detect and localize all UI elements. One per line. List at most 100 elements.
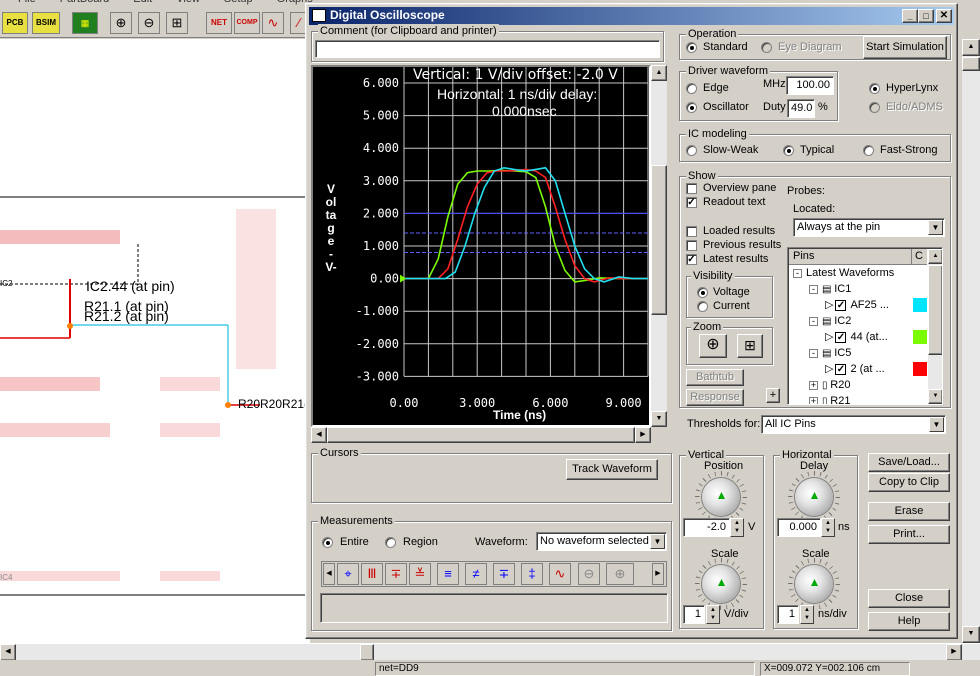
vscroll-thumb[interactable] (962, 57, 980, 71)
pin-tree-row[interactable]: ▷ ✓ 44 (at... (825, 330, 888, 344)
bsim-button[interactable]: BSIM (32, 12, 60, 34)
comp-button[interactable]: COMP (234, 12, 260, 34)
main-vscrollbar[interactable]: ▲ ▼ (962, 39, 980, 643)
collapse-icon[interactable]: - (809, 348, 818, 358)
maximize-button[interactable]: □ (918, 9, 934, 23)
pcb-button[interactable]: PCB (2, 12, 28, 34)
waveform-select[interactable]: No waveform selected ▼ (536, 532, 667, 551)
collapse-icon[interactable]: - (793, 268, 802, 278)
latest-results-checkbox[interactable]: ✓ (686, 254, 697, 265)
vertical-position-knob[interactable] (702, 478, 740, 516)
board-icon[interactable]: ▦ (72, 12, 98, 34)
scroll-thumb[interactable] (360, 644, 374, 661)
scope-scroll-down[interactable]: ▼ (651, 411, 667, 427)
measure-scroll-right[interactable]: ▶ (652, 563, 664, 585)
oscillator-radio[interactable] (686, 102, 697, 113)
horizontal-scale-knob[interactable] (795, 565, 833, 603)
scroll-left-button[interactable]: ◀ (0, 644, 16, 661)
scope-scroll-up[interactable]: ▲ (651, 65, 667, 81)
thresholds-select[interactable]: All IC Pins ▼ (761, 415, 946, 434)
zoom-in-button[interactable]: ⊕ (699, 334, 727, 358)
help-button[interactable]: Help (868, 612, 950, 631)
pin-tree-row[interactable]: - ▤ IC5 (809, 346, 851, 361)
pins-scroll-thumb[interactable] (928, 265, 942, 355)
horizontal-delay-spinner[interactable]: ▲ ▼ (821, 518, 835, 537)
pin-tree-row[interactable]: - ▤ IC2 (809, 314, 851, 329)
vertical-scale-spinner[interactable]: ▲ ▼ (706, 605, 720, 624)
menu-item-file[interactable]: File (18, 0, 36, 5)
pin-tree-row[interactable]: ▷ ✓ AF25 ... (825, 298, 889, 312)
scope-display[interactable]: 6.000 5.000 4.000 3.000 2.000 1.000 0.00 -1.000… (311, 65, 651, 427)
pin-color-swatch[interactable] (913, 298, 927, 312)
menu-item-partboard[interactable]: PartBoard (60, 0, 110, 5)
standard-radio[interactable] (686, 42, 697, 53)
pin-tree-row[interactable]: + ▯ R21 (809, 394, 850, 404)
pin-visible-checkbox[interactable]: ✓ (835, 363, 847, 375)
previous-results-checkbox[interactable] (686, 240, 697, 251)
response-button[interactable]: Response (686, 389, 744, 406)
scroll-up-button[interactable]: ▲ (962, 39, 980, 56)
scope-scroll-left[interactable]: ◀ (311, 427, 327, 443)
print-button[interactable]: Print... (868, 525, 950, 544)
close-window-button[interactable]: ✕ (936, 9, 952, 23)
pin-tree-row[interactable]: ▷ ✓ 2 (at ... (825, 362, 885, 376)
scroll-right-button[interactable]: ▶ (946, 644, 962, 661)
bathtub-button[interactable]: Bathtub (686, 369, 744, 386)
scope-vscroll-thumb[interactable] (651, 165, 667, 315)
save-load-button[interactable]: Save/Load... (868, 453, 950, 472)
readout-checkbox[interactable]: ✓ (686, 197, 697, 208)
expand-icon[interactable]: + (809, 396, 818, 404)
eldo-radio[interactable] (869, 102, 880, 113)
measure-curve-icon[interactable]: ∿ (549, 563, 571, 585)
pin-color-swatch[interactable] (913, 362, 927, 376)
zoom-out-icon[interactable]: ⊖ (138, 12, 160, 34)
measure-fall-icon[interactable]: ≚ (409, 563, 431, 585)
measure-rise-icon[interactable]: ∓ (385, 563, 407, 585)
entire-radio[interactable] (322, 537, 333, 548)
measure-overshoot-icon[interactable]: ≡ (437, 563, 459, 585)
pins-vscrollbar[interactable]: ▲ ▼ (928, 249, 942, 404)
pin-tree-row[interactable]: - Latest Waveforms (793, 266, 894, 280)
track-waveform-button[interactable]: Track Waveform (566, 459, 658, 480)
located-select[interactable]: Always at the pin ▼ (793, 218, 945, 237)
close-button[interactable]: Close (868, 589, 950, 608)
menu-item-edit[interactable]: Edit (133, 0, 152, 5)
measure-delay-icon[interactable]: ∓ (493, 563, 515, 585)
vertical-position-spinner[interactable]: ▲ ▼ (730, 518, 744, 537)
main-hscrollbar[interactable]: ◀ ▶ (0, 643, 980, 661)
horizontal-delay-input[interactable]: 0.000 (777, 518, 821, 537)
pin-tree-row[interactable]: + ▯ R20 (809, 378, 850, 393)
eye-diagram-radio[interactable] (761, 42, 772, 53)
overview-checkbox[interactable] (686, 183, 697, 194)
edge-radio[interactable] (686, 83, 697, 94)
slow-weak-radio[interactable] (686, 145, 697, 156)
duty-input[interactable]: 49.0 (787, 99, 815, 118)
pins-scroll-down[interactable]: ▼ (928, 389, 942, 404)
waveform-icon[interactable]: ∿ (262, 12, 284, 34)
scope-hscroll-thumb[interactable] (327, 427, 635, 443)
zoom-fit-icon[interactable]: ⊞ (166, 12, 188, 34)
collapse-icon[interactable]: - (809, 284, 818, 294)
scope-hscrollbar[interactable]: ◀ ▶ (311, 427, 651, 443)
collapse-icon[interactable]: - (809, 316, 818, 326)
region-radio[interactable] (385, 537, 396, 548)
pins-scroll-up[interactable]: ▲ (928, 249, 942, 264)
measure-skew-icon[interactable]: ‡ (521, 563, 543, 585)
zoom-fit-button[interactable]: ⊞ (737, 334, 763, 358)
pin-visible-checkbox[interactable]: ✓ (835, 331, 847, 343)
net-button[interactable]: NET (206, 12, 232, 34)
zoom-in-icon[interactable]: ⊕ (110, 12, 132, 34)
fast-strong-radio[interactable] (863, 145, 874, 156)
loaded-results-checkbox[interactable] (686, 226, 697, 237)
horizontal-scale-input[interactable]: 1 (777, 605, 799, 624)
comment-input[interactable] (315, 40, 660, 58)
start-simulation-button[interactable]: Start Simulation (863, 36, 947, 59)
hyperlynx-radio[interactable] (869, 83, 880, 94)
measure-scroll-left[interactable]: ◀ (323, 563, 335, 585)
minimize-button[interactable]: _ (902, 9, 918, 23)
erase-button[interactable]: Erase (868, 502, 950, 521)
pins-tree[interactable]: Pins C - Latest Waveforms - ▤ IC1 ▷ ✓ AF25 ...… (787, 247, 943, 405)
current-radio[interactable] (697, 301, 708, 312)
measure-slew-icon[interactable]: ≠ (465, 563, 487, 585)
scope-vscrollbar[interactable]: ▲ ▼ (651, 65, 667, 427)
